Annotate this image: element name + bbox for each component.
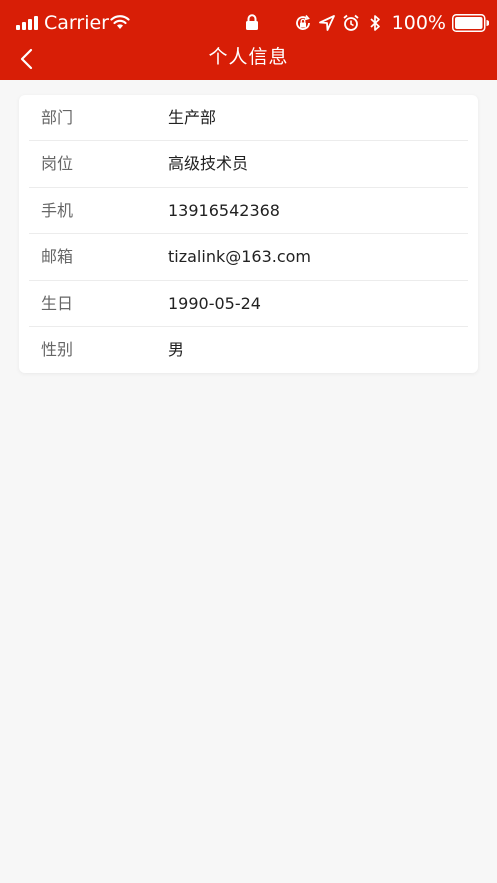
page-title: 个人信息 [208,46,289,68]
lock-icon [246,14,258,30]
app-header: Carrier 100% 个人信息 [0,0,497,80]
location-icon [318,15,335,31]
carrier-name: Carrier [44,12,109,34]
row-value: tizalink@163.com [168,247,312,267]
info-row-birthday: 生日 1990-05-24 [29,281,468,327]
row-value: 1990-05-24 [168,293,261,313]
alarm-icon [343,14,359,31]
bluetooth-icon [370,15,380,31]
info-row-department: 部门 生产部 [29,95,468,142]
info-row-phone: 手机 13916542368 [29,188,468,235]
info-row-email: 邮箱 tizalink@163.com [29,234,468,281]
row-value: 高级技术员 [168,154,249,174]
row-label: 邮箱 [41,247,74,267]
wifi-icon [110,15,130,29]
row-label: 手机 [41,200,74,220]
status-right-group: 100% [294,10,489,36]
orientation-lock-icon [295,14,310,30]
status-bar: Carrier 100% [0,0,497,40]
profile-info-card: 部门 生产部 岗位 高级技术员 手机 13916542368 邮箱 tizali… [19,95,478,373]
nav-bar: 个人信息 [0,36,497,80]
info-row-gender: 性别 男 [29,327,468,373]
battery-icon [452,14,489,32]
signal-icon [16,16,38,30]
row-label: 部门 [41,108,74,127]
row-label: 岗位 [41,154,74,174]
info-row-position: 岗位 高级技术员 [29,141,468,188]
row-label: 生日 [41,293,74,313]
row-value: 生产部 [168,108,217,127]
row-label: 性别 [41,339,74,359]
row-value: 13916542368 [168,200,280,220]
row-value: 男 [168,339,185,359]
battery-percent: 100% [391,12,446,34]
